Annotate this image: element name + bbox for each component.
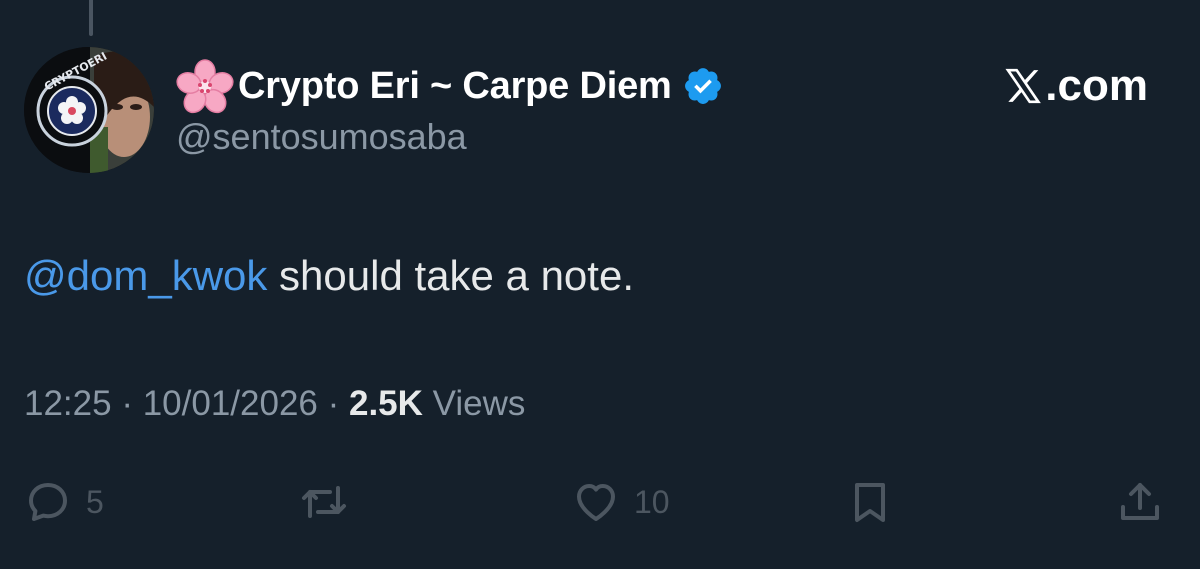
reply-count: 5: [86, 483, 104, 520]
avatar[interactable]: CRYPTOERI: [24, 47, 154, 173]
meta-separator: ·: [111, 384, 143, 423]
share-icon: [1121, 483, 1159, 520]
author-name-row[interactable]: Crypto Eri ~ Carpe Diem: [176, 58, 724, 114]
views-count[interactable]: 2.5K: [349, 384, 423, 423]
tweet-date[interactable]: 10/01/2026: [143, 384, 318, 423]
views-label[interactable]: Views: [423, 384, 526, 423]
action-bar: 5 10: [0, 470, 1200, 534]
brand-domain-text: .com: [1045, 61, 1148, 110]
tweet-card: CRYPTOERI Crypto Eri ~ Carpe Diem @sento…: [0, 0, 1200, 569]
author-handle[interactable]: @sentosumosaba: [176, 116, 467, 158]
tweet-body-text: should take a note.: [267, 252, 634, 299]
share-button[interactable]: [1116, 470, 1164, 534]
retweet-icon: [302, 486, 346, 518]
thread-connector-line: [89, 0, 93, 36]
verified-badge-icon: [684, 68, 721, 104]
author-display-name[interactable]: Crypto Eri ~ Carpe Diem: [238, 65, 672, 108]
meta-separator: ·: [317, 384, 349, 423]
bookmark-button[interactable]: [846, 470, 894, 534]
tweet-text: @dom_kwok should take a note.: [24, 252, 634, 300]
like-icon: [577, 484, 615, 521]
mention-link[interactable]: @dom_kwok: [24, 252, 267, 299]
x-logo-icon: [1005, 68, 1042, 104]
tweet-meta: 12:25 · 10/01/2026 · 2.5K Views: [24, 384, 525, 424]
bookmark-icon: [855, 483, 885, 522]
cherry-blossom-icon: [176, 59, 234, 114]
retweet-button[interactable]: [300, 470, 348, 534]
x-com-brand: .com: [1003, 58, 1148, 114]
reply-icon: [29, 483, 67, 521]
like-count: 10: [634, 483, 670, 520]
reply-button[interactable]: 5: [24, 470, 104, 534]
like-button[interactable]: 10: [572, 470, 670, 534]
tweet-time[interactable]: 12:25: [24, 384, 112, 423]
avatar-image: CRYPTOERI: [24, 47, 154, 173]
